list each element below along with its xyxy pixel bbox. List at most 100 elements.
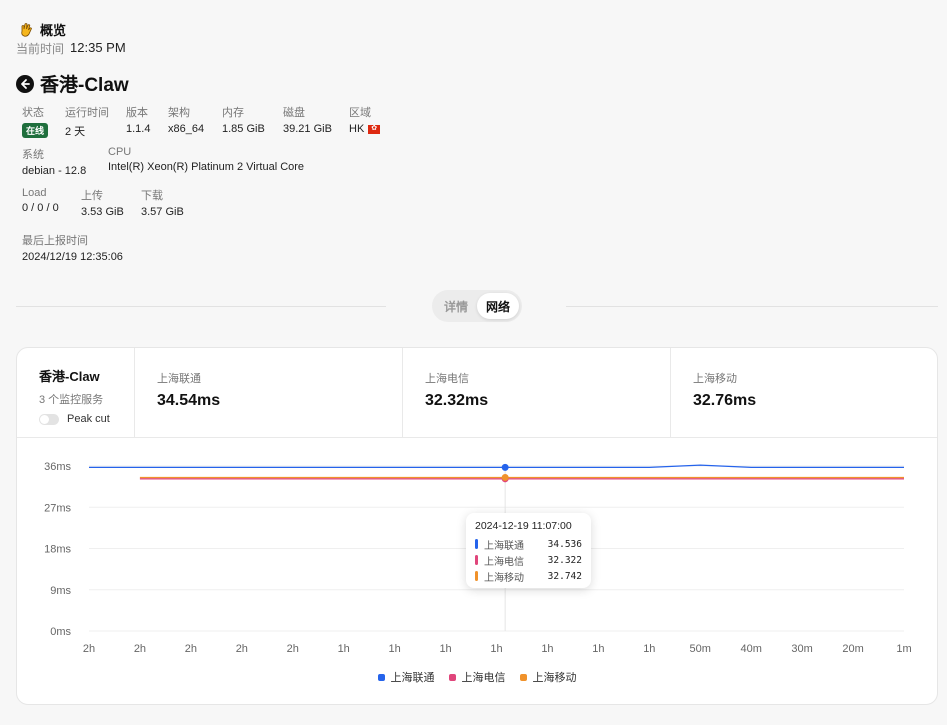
last-report-value: 2024/12/19 12:35:06 (22, 251, 123, 263)
legend-label: 上海移动 (532, 672, 577, 684)
tooltip-series-value: 32.742 (547, 570, 582, 582)
series-color-marker (475, 555, 478, 565)
overview-heading: 概览 (18, 20, 66, 39)
x-tick-label: 2h (236, 643, 248, 655)
status-badge: 在线 (22, 123, 49, 138)
y-tick-label: 27ms (44, 502, 71, 514)
cpu-value: Intel(R) Xeon(R) Platinum 2 Virtual Core (108, 161, 305, 173)
info-arch: 架构 x86_64 (168, 104, 204, 135)
version-label: 版本 (126, 107, 148, 119)
monitor-service-count: 3 个监控服务 (39, 394, 104, 406)
status-label: 状态 (22, 107, 44, 119)
current-time-label: 当前时间 (16, 42, 65, 56)
x-tick-label: 40m (740, 643, 761, 655)
back-arrow-icon[interactable] (16, 74, 34, 93)
view-tabs: 详情 网络 (432, 290, 522, 322)
x-tick-label: 50m (690, 643, 711, 655)
chart-legend: 上海联通 上海电信 上海移动 (17, 669, 937, 685)
legend-item-mobile[interactable]: 上海移动 (519, 669, 577, 685)
tab-network[interactable]: 网络 (477, 293, 519, 319)
isp-latency: 32.76ms (693, 392, 757, 409)
peak-cut-control: Peak cut (39, 413, 134, 425)
isp-card-telecom[interactable]: 上海电信 32.32ms (403, 348, 671, 438)
y-tick-label: 18ms (44, 544, 71, 556)
x-tick-label: 1h (338, 643, 350, 655)
current-time-value: 12:35 PM (70, 40, 126, 55)
x-tick-label: 30m (791, 643, 812, 655)
legend-swatch (448, 673, 456, 681)
x-tick-label: 1h (389, 643, 401, 655)
x-tick-label: 1h (592, 643, 604, 655)
x-tick-label: 1h (490, 643, 502, 655)
os-label: 系统 (22, 149, 44, 161)
hong-kong-flag-icon (368, 124, 381, 134)
disk-label: 磁盘 (283, 107, 305, 119)
isp-latency: 34.54ms (157, 392, 221, 409)
tab-details[interactable]: 详情 (435, 293, 477, 319)
download-label: 下载 (141, 190, 163, 202)
uptime-label: 运行时间 (65, 107, 109, 119)
server-name: 香港-Claw (40, 75, 129, 96)
info-region: 区域 HK (349, 104, 381, 135)
isp-card-unicom[interactable]: 上海联通 34.54ms (135, 348, 403, 438)
isp-card-mobile[interactable]: 上海移动 32.76ms (671, 348, 937, 438)
tooltip-series-value: 32.322 (547, 554, 582, 566)
y-tick-label: 9ms (50, 585, 71, 597)
x-tick-label: 1h (439, 643, 451, 655)
uptime-value: 2 天 (65, 126, 86, 138)
monitor-header: 香港-Claw 3 个监控服务 Peak cut 上海联通 34.54ms 上海… (17, 348, 937, 438)
info-os: 系统 debian - 12.8 (22, 146, 86, 177)
region-value: HK (349, 123, 365, 135)
isp-name: 上海移动 (693, 373, 737, 385)
info-load: Load 0 / 0 / 0 (22, 187, 59, 214)
info-cpu: CPU Intel(R) Xeon(R) Platinum 2 Virtual … (108, 146, 304, 173)
disk-value: 39.21 GiB (283, 123, 332, 135)
tooltip-row: 上海电信 32.322 (475, 552, 582, 568)
legend-swatch (377, 673, 385, 681)
peak-cut-toggle[interactable] (39, 413, 59, 425)
legend-label: 上海联通 (390, 672, 435, 684)
load-label: Load (22, 187, 47, 199)
x-tick-label: 1m (896, 643, 911, 655)
hover-point (501, 473, 509, 481)
server-title: 香港-Claw (16, 70, 129, 97)
x-tick-label: 2h (83, 643, 95, 655)
last-report-label: 最后上报时间 (22, 235, 88, 247)
network-monitor-card: 香港-Claw 3 个监控服务 Peak cut 上海联通 34.54ms 上海… (16, 347, 938, 705)
memory-label: 内存 (222, 107, 244, 119)
info-version: 版本 1.1.4 (126, 104, 150, 135)
download-value: 3.57 GiB (141, 206, 184, 218)
current-time: 当前时间 12:35 PM (16, 40, 126, 57)
tooltip-series-name: 上海联通 (484, 540, 524, 552)
x-tick-label: 2h (134, 643, 146, 655)
arch-value: x86_64 (168, 123, 205, 135)
legend-item-telecom[interactable]: 上海电信 (448, 669, 506, 685)
info-uptime: 运行时间 2 天 (65, 104, 109, 139)
hover-point (501, 463, 509, 471)
tooltip-series-name: 上海移动 (484, 572, 524, 584)
legend-label: 上海电信 (461, 672, 506, 684)
series-color-marker (475, 571, 478, 581)
divider-right (566, 306, 938, 307)
isp-latency: 32.32ms (425, 392, 489, 409)
memory-value: 1.85 GiB (222, 123, 265, 135)
upload-value: 3.53 GiB (81, 206, 124, 218)
tooltip-series-name: 上海电信 (484, 556, 524, 568)
load-value: 0 / 0 / 0 (22, 202, 59, 214)
upload-label: 上传 (81, 190, 103, 202)
legend-item-unicom[interactable]: 上海联通 (377, 669, 435, 685)
x-tick-label: 2h (185, 643, 197, 655)
version-value: 1.1.4 (126, 123, 151, 135)
y-tick-label: 36ms (44, 461, 71, 473)
series-color-marker (475, 539, 478, 549)
x-tick-label: 20m (842, 643, 863, 655)
info-upload: 上传 3.53 GiB (81, 187, 124, 218)
cpu-label: CPU (108, 146, 132, 158)
region-label: 区域 (349, 107, 371, 119)
y-tick-label: 0ms (50, 626, 71, 638)
info-download: 下载 3.57 GiB (141, 187, 184, 218)
info-last-report: 最后上报时间 2024/12/19 12:35:06 (22, 232, 123, 263)
info-disk: 磁盘 39.21 GiB (283, 104, 332, 135)
os-value: debian - 12.8 (22, 165, 87, 177)
waving-hand-icon (18, 22, 34, 38)
